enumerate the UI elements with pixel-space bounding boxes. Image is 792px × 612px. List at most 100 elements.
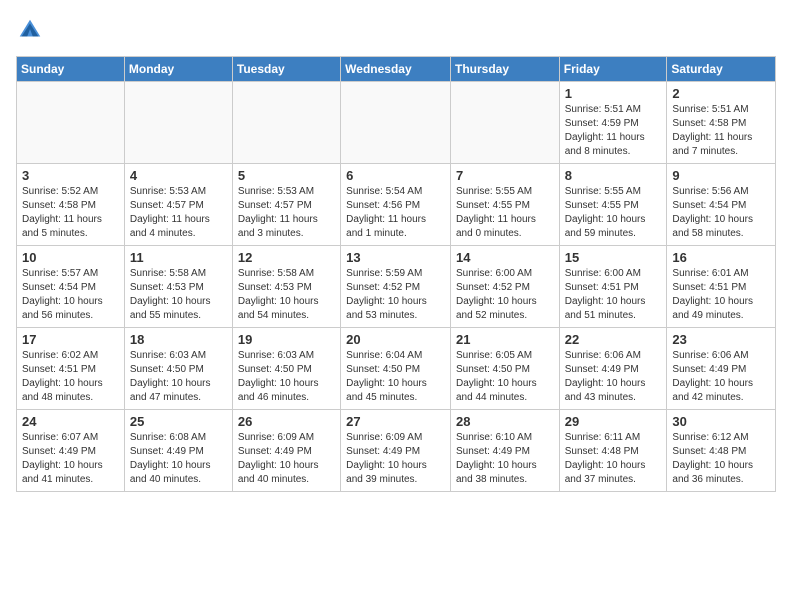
day-number: 20 [346,332,445,347]
day-cell: 17 Sunrise: 6:02 AM Sunset: 4:51 PM Dayli… [17,328,125,410]
day-number: 29 [565,414,662,429]
day-number: 14 [456,250,554,265]
day-info: Sunrise: 5:52 AM Sunset: 4:58 PM Dayligh… [22,185,119,241]
day-info: Sunrise: 6:10 AM Sunset: 4:49 PM Dayligh… [456,431,554,487]
weekday-header-friday: Friday [559,57,667,82]
weekday-header-monday: Monday [124,57,232,82]
day-info: Sunrise: 5:51 AM Sunset: 4:58 PM Dayligh… [672,103,770,159]
day-number: 15 [565,250,662,265]
day-cell: 8 Sunrise: 5:55 AM Sunset: 4:55 PM Daylig… [559,164,667,246]
day-cell: 7Sunrise: 5:55 AM Sunset: 4:55 PM Daylig… [450,164,559,246]
day-cell: 22Sunrise: 6:06 AM Sunset: 4:49 PM Dayli… [559,328,667,410]
day-cell: 26 Sunrise: 6:09 AM Sunset: 4:49 PM Dayli… [232,410,340,492]
day-info: Sunrise: 6:03 AM Sunset: 4:50 PM Dayligh… [130,349,227,405]
day-number: 12 [238,250,335,265]
day-number: 28 [456,414,554,429]
day-info: Sunrise: 5:58 AM Sunset: 4:53 PM Dayligh… [130,267,227,323]
day-number: 23 [672,332,770,347]
day-number: 7 [456,168,554,183]
day-info: Sunrise: 6:12 AM Sunset: 4:48 PM Dayligh… [672,431,770,487]
day-info: Sunrise: 5:53 AM Sunset: 4:57 PM Dayligh… [238,185,335,241]
day-info: Sunrise: 5:51 AM Sunset: 4:59 PM Dayligh… [565,103,662,159]
day-cell: 20 Sunrise: 6:04 AM Sunset: 4:50 PM Dayli… [341,328,451,410]
day-cell: 18 Sunrise: 6:03 AM Sunset: 4:50 PM Dayli… [124,328,232,410]
weekday-header-row: SundayMondayTuesdayWednesdayThursdayFrid… [17,57,776,82]
day-number: 21 [456,332,554,347]
day-number: 8 [565,168,662,183]
day-cell [450,82,559,164]
day-number: 6 [346,168,445,183]
day-info: Sunrise: 6:08 AM Sunset: 4:49 PM Dayligh… [130,431,227,487]
day-info: Sunrise: 5:56 AM Sunset: 4:54 PM Dayligh… [672,185,770,241]
day-number: 3 [22,168,119,183]
day-cell: 23 Sunrise: 6:06 AM Sunset: 4:49 PM Dayli… [667,328,776,410]
weekday-header-thursday: Thursday [450,57,559,82]
day-info: Sunrise: 6:04 AM Sunset: 4:50 PM Dayligh… [346,349,445,405]
day-number: 11 [130,250,227,265]
day-cell: 21 Sunrise: 6:05 AM Sunset: 4:50 PM Dayli… [450,328,559,410]
week-row-1: 3 Sunrise: 5:52 AM Sunset: 4:58 PM Daylig… [17,164,776,246]
day-info: Sunrise: 5:54 AM Sunset: 4:56 PM Dayligh… [346,185,445,241]
day-cell: 14 Sunrise: 6:00 AM Sunset: 4:52 PM Dayli… [450,246,559,328]
day-cell [17,82,125,164]
day-cell: 15 Sunrise: 6:00 AM Sunset: 4:51 PM Dayli… [559,246,667,328]
day-info: Sunrise: 5:58 AM Sunset: 4:53 PM Dayligh… [238,267,335,323]
week-row-4: 24 Sunrise: 6:07 AM Sunset: 4:49 PM Dayli… [17,410,776,492]
day-info: Sunrise: 6:09 AM Sunset: 4:49 PM Dayligh… [238,431,335,487]
week-row-0: 1 Sunrise: 5:51 AM Sunset: 4:59 PM Daylig… [17,82,776,164]
weekday-header-wednesday: Wednesday [341,57,451,82]
day-info: Sunrise: 6:06 AM Sunset: 4:49 PM Dayligh… [672,349,770,405]
day-cell: 4 Sunrise: 5:53 AM Sunset: 4:57 PM Daylig… [124,164,232,246]
day-cell [232,82,340,164]
day-number: 27 [346,414,445,429]
week-row-2: 10 Sunrise: 5:57 AM Sunset: 4:54 PM Dayli… [17,246,776,328]
day-number: 1 [565,86,662,101]
day-number: 2 [672,86,770,101]
header [16,16,776,44]
day-number: 17 [22,332,119,347]
weekday-header-sunday: Sunday [17,57,125,82]
day-cell: 2 Sunrise: 5:51 AM Sunset: 4:58 PM Daylig… [667,82,776,164]
day-number: 5 [238,168,335,183]
day-cell: 11 Sunrise: 5:58 AM Sunset: 4:53 PM Dayli… [124,246,232,328]
day-cell: 3 Sunrise: 5:52 AM Sunset: 4:58 PM Daylig… [17,164,125,246]
calendar-table: SundayMondayTuesdayWednesdayThursdayFrid… [16,56,776,492]
day-info: Sunrise: 6:00 AM Sunset: 4:52 PM Dayligh… [456,267,554,323]
day-cell: 9 Sunrise: 5:56 AM Sunset: 4:54 PM Daylig… [667,164,776,246]
day-info: Sunrise: 5:55 AM Sunset: 4:55 PM Dayligh… [565,185,662,241]
day-cell: 6 Sunrise: 5:54 AM Sunset: 4:56 PM Daylig… [341,164,451,246]
day-info: Sunrise: 5:53 AM Sunset: 4:57 PM Dayligh… [130,185,227,241]
day-number: 13 [346,250,445,265]
day-info: Sunrise: 6:02 AM Sunset: 4:51 PM Dayligh… [22,349,119,405]
day-number: 22 [565,332,662,347]
day-number: 19 [238,332,335,347]
day-number: 9 [672,168,770,183]
day-info: Sunrise: 6:09 AM Sunset: 4:49 PM Dayligh… [346,431,445,487]
day-cell: 29Sunrise: 6:11 AM Sunset: 4:48 PM Dayli… [559,410,667,492]
day-cell: 16Sunrise: 6:01 AM Sunset: 4:51 PM Dayli… [667,246,776,328]
day-info: Sunrise: 5:57 AM Sunset: 4:54 PM Dayligh… [22,267,119,323]
day-number: 30 [672,414,770,429]
weekday-header-tuesday: Tuesday [232,57,340,82]
day-info: Sunrise: 6:07 AM Sunset: 4:49 PM Dayligh… [22,431,119,487]
day-cell [124,82,232,164]
day-cell: 13Sunrise: 5:59 AM Sunset: 4:52 PM Dayli… [341,246,451,328]
day-info: Sunrise: 6:05 AM Sunset: 4:50 PM Dayligh… [456,349,554,405]
day-info: Sunrise: 6:00 AM Sunset: 4:51 PM Dayligh… [565,267,662,323]
day-number: 18 [130,332,227,347]
day-cell: 24 Sunrise: 6:07 AM Sunset: 4:49 PM Dayli… [17,410,125,492]
logo-icon [16,16,44,44]
day-cell: 28 Sunrise: 6:10 AM Sunset: 4:49 PM Dayli… [450,410,559,492]
day-cell [341,82,451,164]
day-number: 10 [22,250,119,265]
day-number: 25 [130,414,227,429]
day-cell: 27 Sunrise: 6:09 AM Sunset: 4:49 PM Dayli… [341,410,451,492]
day-number: 26 [238,414,335,429]
day-cell: 10 Sunrise: 5:57 AM Sunset: 4:54 PM Dayli… [17,246,125,328]
logo [16,16,48,44]
day-cell: 19Sunrise: 6:03 AM Sunset: 4:50 PM Dayli… [232,328,340,410]
day-number: 16 [672,250,770,265]
day-number: 24 [22,414,119,429]
day-number: 4 [130,168,227,183]
day-cell: 30 Sunrise: 6:12 AM Sunset: 4:48 PM Dayli… [667,410,776,492]
